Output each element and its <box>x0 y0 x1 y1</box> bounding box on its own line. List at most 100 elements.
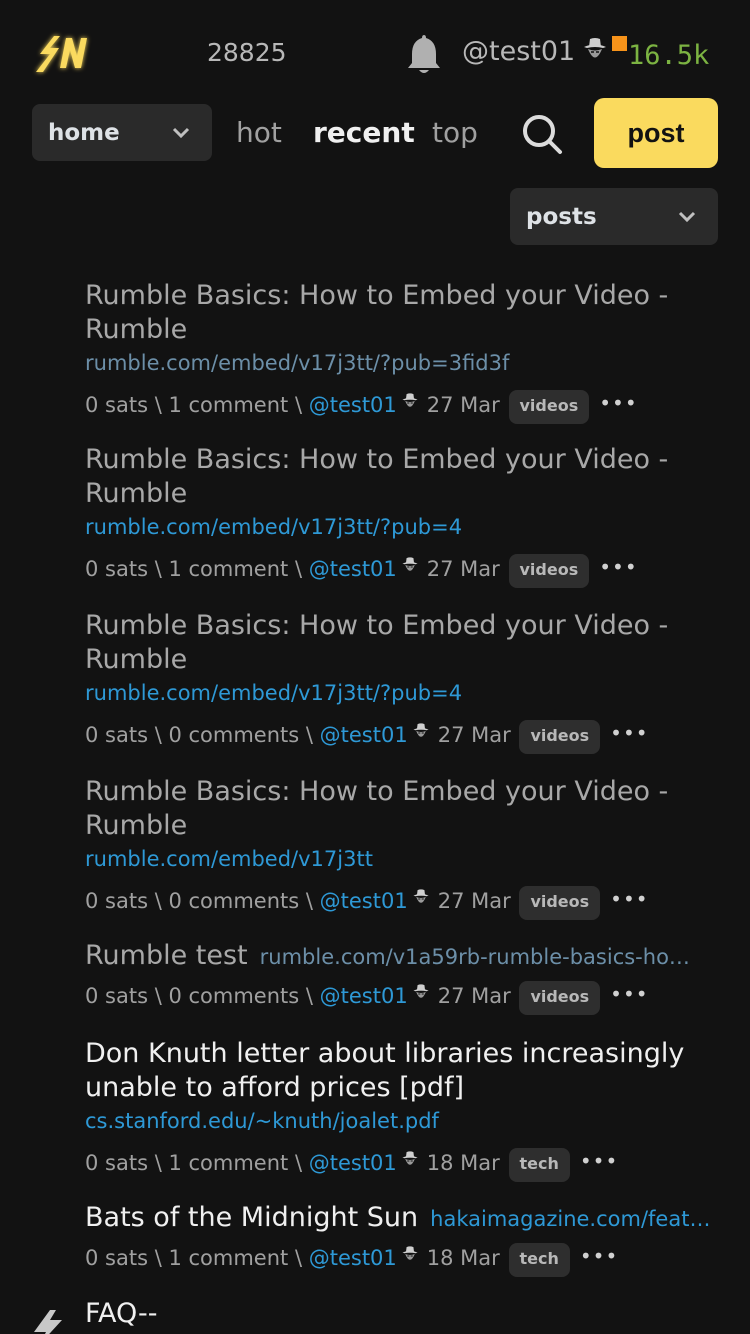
wallet-balance[interactable]: 16.5k <box>628 40 709 71</box>
cowboy-hat-icon <box>401 1245 418 1261</box>
item-title[interactable]: Rumble Basics: How to Embed your Video -… <box>85 279 725 347</box>
cowboy-hat-icon <box>401 556 418 572</box>
item-title[interactable]: Rumble test <box>85 940 248 971</box>
item-tag[interactable]: videos <box>508 390 590 424</box>
item-title[interactable]: Rumble Basics: How to Embed your Video -… <box>85 775 725 843</box>
header: 28825 @test01 16.5k <box>0 0 750 110</box>
block-height: 28825 <box>207 38 287 67</box>
item-link[interactable]: rumble.com/v1a59rb-rumble-basics-ho… <box>260 945 690 969</box>
item-link[interactable]: rumble.com/embed/v17j3tt/?pub=4 <box>85 679 725 707</box>
list-item: Rumble Basics: How to Embed your Video -… <box>85 279 725 424</box>
item-sats: 0 sats <box>85 1151 149 1175</box>
item-date[interactable]: 27 Mar <box>438 723 511 747</box>
item-comments[interactable]: 0 comments <box>168 984 299 1008</box>
item-tag[interactable]: videos <box>508 554 590 588</box>
username-link[interactable]: @test01 <box>462 36 575 67</box>
post-button[interactable]: post <box>594 98 718 168</box>
cowboy-hat-icon <box>583 37 607 59</box>
item-tag[interactable]: videos <box>519 981 601 1015</box>
item-title[interactable]: Rumble Basics: How to Embed your Video -… <box>85 609 725 677</box>
item-tag[interactable]: videos <box>519 886 601 920</box>
item-title[interactable]: FAQ-- <box>85 1297 725 1331</box>
item-comments[interactable]: 1 comment <box>168 557 288 581</box>
cowboy-hat-icon <box>412 888 429 904</box>
item-date[interactable]: 18 Mar <box>427 1151 500 1175</box>
cowboy-hat-icon <box>401 392 418 408</box>
item-date[interactable]: 27 Mar <box>438 984 511 1008</box>
list-item: Don Knuth letter about libraries increas… <box>85 1037 725 1182</box>
item-date[interactable]: 27 Mar <box>427 393 500 417</box>
list-item: Rumble Basics: How to Embed your Video -… <box>85 443 725 588</box>
item-comments[interactable]: 0 comments <box>168 889 299 913</box>
more-icon[interactable]: ••• <box>610 980 648 1008</box>
item-sats: 0 sats <box>85 557 149 581</box>
more-icon[interactable]: ••• <box>599 553 637 581</box>
item-user[interactable]: @test01 <box>320 723 408 747</box>
item-title[interactable]: Bats of the Midnight Sun <box>85 1202 418 1233</box>
list-item: Bats of the Midnight Sun hakaimagazine.co… <box>85 1201 710 1277</box>
chevron-down-icon <box>172 127 190 138</box>
more-icon[interactable]: ••• <box>610 719 648 747</box>
item-date[interactable]: 18 Mar <box>427 1246 500 1270</box>
item-user[interactable]: @test01 <box>320 984 408 1008</box>
pin-bolt-icon <box>34 1310 62 1334</box>
cowboy-hat-icon <box>412 983 429 999</box>
more-icon[interactable]: ••• <box>580 1242 618 1270</box>
item-sats: 0 sats <box>85 723 149 747</box>
search-icon[interactable] <box>520 112 564 156</box>
more-icon[interactable]: ••• <box>599 389 637 417</box>
item-sats: 0 sats <box>85 889 149 913</box>
item-comments[interactable]: 1 comment <box>168 1246 288 1270</box>
bell-icon[interactable] <box>404 32 444 76</box>
nav-top[interactable]: top <box>432 116 478 149</box>
item-meta: 0 sats \ 0 comments \ @test01 27 Mar vide… <box>85 980 725 1015</box>
chevron-down-icon <box>678 211 696 222</box>
type-select[interactable]: posts <box>510 188 718 245</box>
item-meta: 0 sats \ 1 comment \ @test01 27 Mar video… <box>85 553 725 588</box>
item-date[interactable]: 27 Mar <box>427 557 500 581</box>
item-tag[interactable]: videos <box>519 720 601 754</box>
list-item: Rumble Basics: How to Embed your Video -… <box>85 609 725 754</box>
item-user[interactable]: @test01 <box>309 557 397 581</box>
item-meta: 0 sats \ 1 comment \ @test01 27 Mar video… <box>85 389 725 424</box>
list-item: Rumble test rumble.com/v1a59rb-rumble-bas… <box>85 939 725 1015</box>
item-user[interactable]: @test01 <box>309 1151 397 1175</box>
item-tag[interactable]: tech <box>508 1243 570 1277</box>
item-comments[interactable]: 0 comments <box>168 723 299 747</box>
item-user[interactable]: @test01 <box>309 1246 397 1270</box>
cowboy-hat-icon <box>412 722 429 738</box>
item-title[interactable]: Don Knuth letter about libraries increas… <box>85 1037 725 1105</box>
item-link[interactable]: cs.stanford.edu/~knuth/joalet.pdf <box>85 1107 725 1135</box>
more-icon[interactable]: ••• <box>610 885 648 913</box>
nav-hot[interactable]: hot <box>236 116 282 149</box>
item-title-row: Rumble test rumble.com/v1a59rb-rumble-bas… <box>85 939 725 974</box>
item-title-row: Bats of the Midnight Sun hakaimagazine.co… <box>85 1201 710 1236</box>
more-icon[interactable]: ••• <box>580 1147 618 1175</box>
cowboy-hat-icon <box>401 1150 418 1166</box>
item-meta: 0 sats \ 0 comments \ @test01 27 Mar vide… <box>85 885 725 920</box>
item-comments[interactable]: 1 comment <box>168 1151 288 1175</box>
item-tag[interactable]: tech <box>508 1148 570 1182</box>
item-meta: 0 sats \ 1 comment \ @test01 18 Mar tech •… <box>85 1242 710 1277</box>
nav-recent[interactable]: recent <box>313 116 415 149</box>
sub-select-value: home <box>48 119 120 146</box>
sub-select[interactable]: home <box>32 104 212 161</box>
list-item: Rumble Basics: How to Embed your Video -… <box>85 775 725 920</box>
item-user[interactable]: @test01 <box>320 889 408 913</box>
item-sats: 0 sats <box>85 1246 149 1270</box>
item-date[interactable]: 27 Mar <box>438 889 511 913</box>
list-item: FAQ-- <box>85 1297 725 1331</box>
item-meta: 0 sats \ 0 comments \ @test01 27 Mar vide… <box>85 719 725 754</box>
item-link[interactable]: rumble.com/embed/v17j3tt <box>85 845 725 873</box>
item-user[interactable]: @test01 <box>309 393 397 417</box>
item-comments[interactable]: 1 comment <box>168 393 288 417</box>
item-link[interactable]: hakaimagazine.com/feat… <box>430 1207 710 1231</box>
type-select-value: posts <box>526 203 597 230</box>
item-sats: 0 sats <box>85 393 149 417</box>
item-link[interactable]: rumble.com/embed/v17j3tt/?pub=3fid3f <box>85 349 725 377</box>
wallet-indicator <box>612 36 627 51</box>
item-sats: 0 sats <box>85 984 149 1008</box>
item-link[interactable]: rumble.com/embed/v17j3tt/?pub=4 <box>85 513 725 541</box>
sn-logo[interactable] <box>30 28 92 78</box>
item-title[interactable]: Rumble Basics: How to Embed your Video -… <box>85 443 725 511</box>
